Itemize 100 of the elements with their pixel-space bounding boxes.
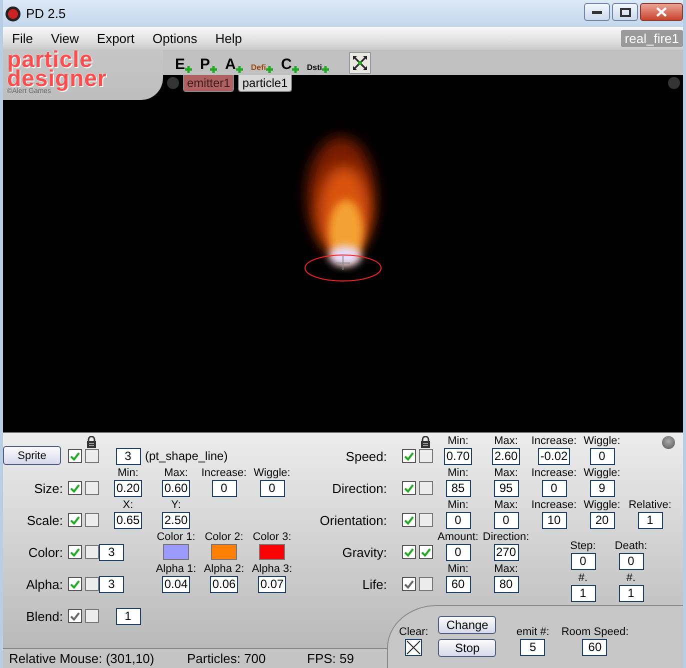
field-caption: Alpha 1: (156, 563, 196, 576)
checkbox[interactable] (84, 481, 98, 495)
checkbox[interactable] (68, 609, 82, 623)
menu-item[interactable]: File (3, 31, 42, 46)
action-button[interactable]: Stop (438, 639, 496, 657)
value-field[interactable]: 20 (590, 512, 614, 529)
value-field[interactable]: 0 (618, 553, 644, 570)
field-caption: Color 1: (156, 531, 196, 544)
count-field[interactable]: 3 (99, 544, 124, 561)
add-tool-button[interactable]: E (175, 52, 192, 72)
parameter-label: Direction: (331, 480, 388, 497)
value-field[interactable]: 3 (116, 448, 140, 465)
value-field[interactable]: 2.50 (162, 512, 190, 529)
value-field[interactable]: 5 (520, 639, 546, 656)
move-arrows-button[interactable] (348, 52, 371, 74)
sprite-button[interactable]: Sprite (3, 446, 61, 465)
value-field[interactable]: 1 (638, 512, 662, 529)
add-tool-button[interactable]: Dsti (306, 52, 329, 72)
value-field[interactable]: 0 (446, 544, 470, 561)
value-field[interactable]: 60 (446, 576, 470, 593)
checkbox[interactable] (84, 513, 98, 527)
value-field[interactable]: 0.20 (114, 480, 142, 497)
value-field[interactable]: 80 (494, 576, 518, 593)
maximize-button[interactable] (612, 3, 638, 21)
value-field[interactable]: 0 (542, 480, 566, 497)
checkbox[interactable] (418, 513, 432, 527)
value-field[interactable]: 0.07 (258, 576, 286, 593)
value-field[interactable]: 0.04 (162, 576, 190, 593)
checkbox[interactable] (84, 449, 98, 463)
value-field[interactable]: 0.70 (444, 448, 472, 465)
menu-item[interactable]: Export (88, 31, 144, 46)
value-field[interactable]: 1 (618, 585, 644, 602)
checkbox[interactable] (418, 545, 432, 559)
checkbox[interactable] (418, 449, 432, 463)
checkbox[interactable] (84, 545, 98, 559)
checkbox[interactable] (68, 577, 82, 591)
parameter-label: Size: (33, 480, 64, 497)
color-swatch[interactable] (163, 544, 189, 560)
value-field[interactable]: 1 (570, 585, 596, 602)
field-caption: Relative: (628, 499, 672, 512)
value-field[interactable]: 9 (590, 480, 614, 497)
checkbox[interactable] (68, 449, 82, 463)
value-field[interactable]: 2.60 (492, 448, 520, 465)
value-field[interactable]: 0.60 (162, 480, 190, 497)
tab[interactable]: particle1 (238, 75, 292, 92)
checkbox[interactable] (84, 609, 98, 623)
clear-checkbox[interactable] (405, 639, 422, 656)
shape-name: (pt_shape_line) (145, 448, 228, 465)
field-caption: Alpha 3: (252, 563, 292, 576)
particle-fire-drawing[interactable] (304, 137, 382, 282)
value-field[interactable]: 0.06 (210, 576, 238, 593)
field-caption: Increase: (531, 435, 577, 448)
value-field[interactable]: 85 (446, 480, 470, 497)
value-field[interactable]: 0 (590, 448, 614, 465)
parameter-label: Orientation: (318, 512, 388, 529)
parameter-label: Gravity: (341, 544, 388, 561)
value-field[interactable]: 270 (494, 544, 518, 561)
action-button[interactable]: Change (438, 616, 496, 634)
menu-item[interactable]: Options (143, 31, 206, 46)
value-field[interactable]: 0 (260, 480, 284, 497)
value-field[interactable]: 0 (212, 480, 236, 497)
add-tool-button[interactable]: P (200, 52, 218, 72)
parameter-label: Color: (27, 544, 64, 561)
add-tool-button[interactable]: C (281, 52, 299, 72)
value-field[interactable]: 10 (542, 512, 566, 529)
field-caption: Min: (118, 467, 138, 480)
checkbox[interactable] (68, 513, 82, 527)
field-caption: Min: (448, 467, 468, 480)
value-field[interactable]: 0.65 (114, 512, 142, 529)
checkbox[interactable] (84, 577, 98, 591)
value-field[interactable]: 0 (570, 553, 596, 570)
arrows-icon (352, 54, 368, 70)
value-field[interactable]: 0 (446, 512, 470, 529)
value-field[interactable]: 95 (494, 480, 518, 497)
close-button[interactable] (640, 3, 683, 21)
document-name: real_fire1 (620, 30, 683, 47)
field-caption: Increase: (531, 467, 577, 480)
color-swatch[interactable] (211, 544, 237, 560)
menu-item[interactable]: View (42, 31, 88, 46)
count-field[interactable]: 3 (99, 576, 124, 593)
value-field[interactable]: 1 (116, 608, 140, 625)
round-button[interactable] (662, 436, 675, 449)
checkbox[interactable] (402, 449, 416, 463)
checkbox[interactable] (418, 481, 432, 495)
checkbox[interactable] (402, 545, 416, 559)
field-caption: Wiggle: (584, 467, 620, 480)
color-swatch[interactable] (259, 544, 285, 560)
value-field[interactable]: -0.02 (538, 448, 570, 465)
checkbox[interactable] (68, 545, 82, 559)
add-tool-button[interactable]: A (225, 52, 243, 72)
value-field[interactable]: 0 (494, 512, 518, 529)
checkbox[interactable] (402, 513, 416, 527)
checkbox[interactable] (402, 481, 416, 495)
minimize-button[interactable] (584, 3, 610, 21)
field-caption: Death: (614, 540, 648, 553)
menu-item[interactable]: Help (206, 31, 252, 46)
checkbox[interactable] (68, 481, 82, 495)
checkbox[interactable] (418, 577, 432, 591)
checkbox[interactable] (402, 577, 416, 591)
value-field[interactable]: 60 (582, 639, 608, 656)
